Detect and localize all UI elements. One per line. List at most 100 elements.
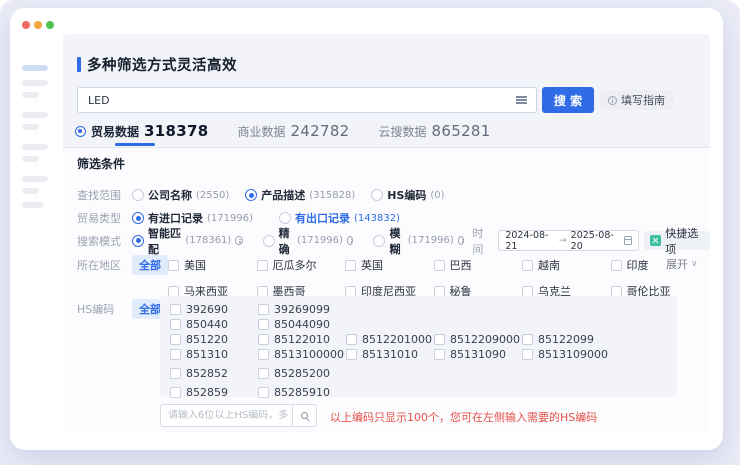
hs-code-checkbox[interactable]: 8512209000 [434,333,522,346]
checkbox-icon [611,260,622,271]
radio-company-name[interactable]: 公司名称 (2550) [132,187,229,203]
search-box[interactable] [77,87,537,113]
hs-code-checkbox[interactable]: 850440 [170,318,258,331]
region-checkbox[interactable]: 越南 [522,257,611,273]
checkbox-icon [522,260,533,271]
radio-icon [279,212,291,224]
checkbox-icon [434,334,445,345]
radio-icon [132,212,144,224]
hs-code-input-box[interactable] [160,404,317,427]
filter-row-scope: 查找范围 公司名称 (2550) 产品描述 (315828) HS编码 [77,186,445,204]
skeleton-bar [22,144,48,150]
tab-label: 云搜数据 [379,123,427,140]
hs-code-input[interactable] [161,410,292,421]
hs-code-row: 392690 39269099 [170,302,677,317]
hs-code-checkbox[interactable]: 85122010 [258,333,346,346]
region-checkbox[interactable]: 英国 [345,257,434,273]
hs-code-checkbox[interactable]: 85122099 [522,333,610,346]
hs-code-checkbox[interactable]: 85044090 [258,318,346,331]
info-icon[interactable] [458,236,465,245]
hs-code-checkbox[interactable]: 852859 [170,386,258,399]
hs-code-checkbox[interactable]: 85131090 [434,348,522,361]
checkbox-icon [346,349,357,360]
search-input[interactable] [78,94,516,107]
hs-code-row: 851220 85122010 8512201000 8512209000 85… [170,332,677,347]
tab-trade-data[interactable]: 贸易数据 318378 [75,122,208,140]
skeleton-bar [22,176,48,182]
date-range-picker[interactable]: 2024-08-21 → 2025-08-20 [498,230,639,251]
filter-row-region: 所在地区 全部 [77,256,168,273]
checkbox-icon [346,334,357,345]
chevron-down-icon: ∨ [691,259,698,269]
hs-code-checkbox[interactable]: 851220 [170,333,258,346]
tab-count: 318378 [144,122,208,140]
search-button[interactable]: 搜 索 [542,87,594,113]
region-checkbox[interactable]: 巴西 [434,257,523,273]
advanced-filter-icon[interactable] [516,96,527,104]
checkbox-icon [170,304,181,315]
hs-code-checkbox[interactable]: 392690 [170,303,258,316]
checkbox-icon [258,387,269,398]
hs-code-checkbox[interactable]: 852852 [170,367,258,380]
hs-code-checkbox[interactable]: 8512201000 [346,333,434,346]
region-all-pill[interactable]: 全部 [132,255,168,275]
data-tabs: 贸易数据 318378 商业数据 242782 云搜数据 865281 [75,120,491,142]
skeleton-bar [22,188,39,194]
radio-icon [132,189,144,201]
maximize-window-icon [46,21,54,29]
skeleton-bar [22,92,39,98]
hs-code-row: 852852 85285200 [170,366,677,381]
trade-data-icon [75,126,86,137]
page-background: 多种筛选方式灵活高效 搜 索 填写指南 贸 [0,0,740,465]
skeleton-bar [22,124,39,130]
active-tab-underline [115,143,155,146]
hs-code-panel: 392690 39269099 850440 85044090 851220 8… [160,296,677,397]
hs-code-checkbox[interactable]: 39269099 [258,303,346,316]
search-header-block: 多种筛选方式灵活高效 搜 索 填写指南 贸 [63,34,710,148]
tab-cloud-search-data[interactable]: 云搜数据 865281 [379,122,491,140]
radio-icon [132,235,144,247]
checkbox-icon [522,349,533,360]
fill-guide-button[interactable]: 填写指南 [600,90,673,110]
hs-code-checkbox[interactable]: 8513100000 [258,348,346,361]
hs-code-row: 851310 8513100000 85131010 85131090 8513… [170,347,677,362]
hs-code-checkbox[interactable]: 85285910 [258,386,346,399]
page-title: 多种筛选方式灵活高效 [87,54,237,75]
radio-icon [373,235,385,247]
region-checkbox[interactable]: 美国 [168,257,257,273]
radio-hs-code[interactable]: HS编码 (0) [371,187,444,203]
region-checkbox[interactable]: 厄瓜多尔 [257,257,346,273]
checkbox-icon [170,368,181,379]
hs-code-checkbox[interactable]: 851310 [170,348,258,361]
hs-code-checkbox[interactable]: 85285200 [258,367,346,380]
info-icon[interactable] [235,236,242,245]
trade-type-label: 贸易类型 [77,210,132,226]
radio-product-description[interactable]: 产品描述 (315828) [245,187,355,203]
skeleton-bar [22,156,39,162]
hs-search-button[interactable] [292,405,316,426]
calendar-icon [624,236,632,245]
filter-row-search-mode: 搜索模式 智能匹配 (178361) 精确 (171996) [77,231,710,250]
hs-code-checkbox[interactable]: 8513109000 [522,348,610,361]
range-arrow-icon: → [559,235,567,246]
checkbox-icon [345,260,356,271]
hs-code-checkbox[interactable]: 85131010 [346,348,434,361]
tab-count: 865281 [432,122,491,140]
info-icon[interactable] [347,236,354,245]
tab-label: 贸易数据 [91,123,139,140]
tab-label: 商业数据 [237,123,285,140]
tab-business-data[interactable]: 商业数据 242782 [237,122,349,140]
checkbox-icon [611,286,622,297]
checkbox-icon [522,334,533,345]
checkbox-icon [345,286,356,297]
checkbox-icon [258,368,269,379]
hs-code-row: 850440 85044090 [170,317,677,332]
quick-options-button[interactable]: 快捷选项 [644,231,710,250]
checkbox-icon [434,349,445,360]
checkbox-icon [170,334,181,345]
region-expand-button[interactable]: 展开 ∨ [666,256,698,272]
fill-guide-label: 填写指南 [621,92,665,108]
sidebar-skeleton [10,42,63,442]
search-icon [301,412,308,419]
checkbox-icon [258,334,269,345]
